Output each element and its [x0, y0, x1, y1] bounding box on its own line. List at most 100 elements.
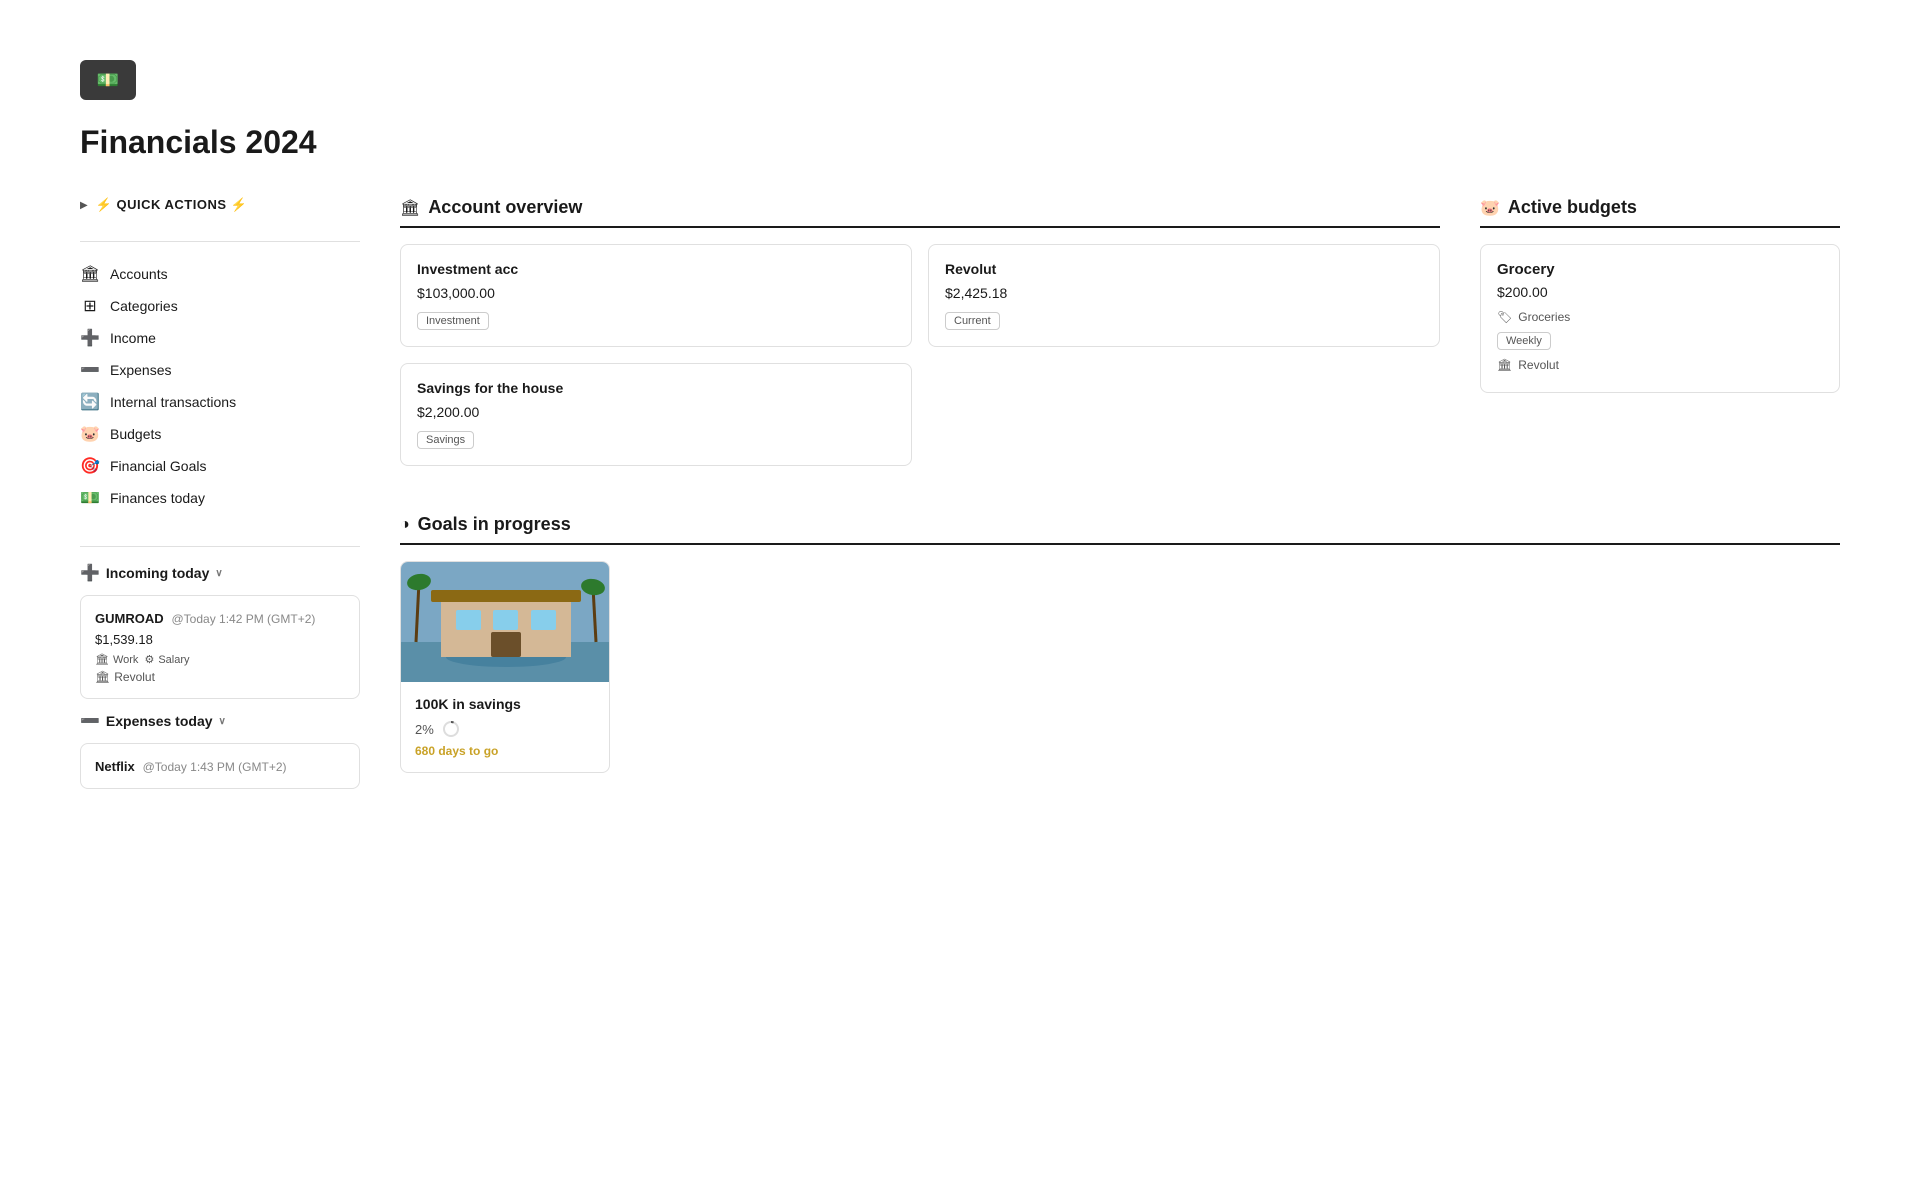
goal-card-0[interactable]: 100K in savings 2% 680 days to go: [400, 561, 610, 773]
incoming-today-chevron-icon: ∨: [215, 568, 222, 579]
active-budgets-header: 🐷 Active budgets: [1480, 197, 1840, 228]
financial-goals-icon: 🎯: [80, 456, 100, 476]
sidebar-item-accounts-label: Accounts: [110, 266, 168, 282]
incoming-transaction-account-label-0: Revolut: [114, 670, 155, 684]
sidebar-item-accounts[interactable]: 🏛 Accounts: [80, 258, 360, 290]
salary-icon: ⚙: [144, 653, 154, 666]
sidebar-item-expenses-label: Expenses: [110, 362, 171, 378]
quick-actions-toggle[interactable]: ▶ ⚡ QUICK ACTIONS ⚡: [80, 197, 360, 213]
budget-account-0: 🏛 Revolut: [1497, 358, 1823, 372]
goal-info-0: 100K in savings 2% 680 days to go: [401, 682, 609, 772]
main-content: 🏛 Account overview Investment acc $103,0…: [400, 197, 1840, 1139]
incoming-transaction-amount-0: $1,539.18: [95, 632, 345, 647]
incoming-transaction-name-0: GUMROAD: [95, 611, 164, 626]
sidebar-item-internal-transactions-label: Internal transactions: [110, 394, 236, 410]
goals-section: ◑ Goals in progress: [400, 514, 1840, 773]
account-card-investment[interactable]: Investment acc $103,000.00 Investment: [400, 244, 912, 347]
expenses-today-label: Expenses today: [106, 713, 213, 729]
sidebar: ▶ ⚡ QUICK ACTIONS ⚡ 🏛 Accounts ⊞ Categor…: [80, 197, 360, 1139]
account-overview-title: Account overview: [428, 197, 582, 218]
account-overview-section: 🏛 Account overview Investment acc $103,0…: [400, 197, 1440, 466]
tag-salary: ⚙ Salary: [144, 653, 189, 666]
goals-title: Goals in progress: [418, 514, 571, 535]
tag-work: 🏛 Work: [95, 653, 138, 666]
logo-area: 💵: [80, 60, 1840, 100]
goal-name-0: 100K in savings: [415, 696, 595, 712]
sidebar-item-internal-transactions[interactable]: 🔄 Internal transactions: [80, 386, 360, 418]
sidebar-item-categories[interactable]: ⊞ Categories: [80, 290, 360, 322]
account-cards-grid: Investment acc $103,000.00 Investment Re…: [400, 244, 1440, 466]
budget-account-label-0: Revolut: [1518, 358, 1559, 372]
page-title: Financials 2024: [80, 124, 1840, 161]
expenses-today-toggle[interactable]: ➖ Expenses today ∨: [80, 711, 360, 731]
incoming-transaction-account-0: 🏛 Revolut: [95, 670, 345, 684]
logo-icon: 💵: [80, 60, 136, 100]
sidebar-nav: 🏛 Accounts ⊞ Categories ➕ Income ➖ Expen…: [80, 258, 360, 514]
incoming-today-section: ➕ Incoming today ∨ GUMROAD @Today 1:42 P…: [80, 563, 360, 699]
budget-period-0: Weekly: [1497, 332, 1551, 350]
accounts-icon: 🏛: [80, 264, 100, 284]
progress-circle-icon-0: [442, 720, 460, 738]
tag-salary-label: Salary: [158, 654, 189, 666]
account-card-savings[interactable]: Savings for the house $2,200.00 Savings: [400, 363, 912, 466]
tag-work-label: Work: [113, 654, 138, 666]
expenses-today-chevron-icon: ∨: [219, 716, 226, 727]
account-amount-1: $2,425.18: [945, 285, 1423, 301]
goal-days-0: 680 days to go: [415, 744, 595, 758]
goal-image-0: [401, 562, 609, 682]
account-amount-0: $103,000.00: [417, 285, 895, 301]
incoming-today-toggle[interactable]: ➕ Incoming today ∨: [80, 563, 360, 583]
internal-transactions-icon: 🔄: [80, 392, 100, 412]
sidebar-item-expenses[interactable]: ➖ Expenses: [80, 354, 360, 386]
sidebar-divider-top: [80, 241, 360, 242]
account-type-0: Investment: [417, 312, 489, 330]
expenses-transaction-card-0[interactable]: Netflix @Today 1:43 PM (GMT+2): [80, 743, 360, 789]
budget-card-grocery[interactable]: Grocery $200.00 🏷 Groceries Weekly 🏛 Rev…: [1480, 244, 1840, 393]
expenses-transaction-name-0: Netflix: [95, 759, 135, 774]
expenses-today-icon: ➖: [80, 711, 100, 731]
budget-name-0: Grocery: [1497, 261, 1823, 278]
account-amount-2: $2,200.00: [417, 404, 895, 420]
goal-progress-row-0: 2%: [415, 720, 595, 738]
finances-today-icon: 💵: [80, 488, 100, 508]
incoming-today-label: Incoming today: [106, 565, 209, 581]
incoming-transaction-time-0: @Today 1:42 PM (GMT+2): [172, 612, 316, 626]
sidebar-divider-mid: [80, 546, 360, 547]
budget-category-label-0: Groceries: [1518, 310, 1570, 324]
categories-icon: ⊞: [80, 296, 100, 316]
account-icon-small: 🏛: [95, 670, 110, 684]
sidebar-item-income-label: Income: [110, 330, 156, 346]
account-overview-header: 🏛 Account overview: [400, 197, 1440, 228]
account-card-revolut[interactable]: Revolut $2,425.18 Current: [928, 244, 1440, 347]
budget-category-icon-0: 🏷: [1497, 310, 1512, 324]
sidebar-item-finances-today-label: Finances today: [110, 490, 205, 506]
quick-actions-label: ⚡ QUICK ACTIONS ⚡: [96, 197, 248, 213]
expenses-transaction-time-0: @Today 1:43 PM (GMT+2): [143, 760, 287, 774]
budget-account-icon-0: 🏛: [1497, 358, 1512, 372]
active-budgets-section: 🐷 Active budgets Grocery $200.00 🏷 Groce…: [1480, 197, 1840, 466]
account-overview-icon: 🏛: [400, 198, 420, 218]
sidebar-item-budgets-label: Budgets: [110, 426, 161, 442]
budget-amount-0: $200.00: [1497, 284, 1823, 300]
sidebar-item-income[interactable]: ➕ Income: [80, 322, 360, 354]
quick-actions-arrow-icon: ▶: [80, 200, 88, 211]
incoming-transaction-tags-0: 🏛 Work ⚙ Salary: [95, 653, 345, 666]
budget-category-0: 🏷 Groceries: [1497, 310, 1823, 324]
account-type-2: Savings: [417, 431, 474, 449]
sidebar-item-finances-today[interactable]: 💵 Finances today: [80, 482, 360, 514]
goals-icon: ◑: [400, 516, 410, 534]
incoming-today-icon: ➕: [80, 563, 100, 583]
sidebar-item-financial-goals[interactable]: 🎯 Financial Goals: [80, 450, 360, 482]
active-budgets-icon: 🐷: [1480, 198, 1500, 218]
budgets-icon: 🐷: [80, 424, 100, 444]
goal-percent-0: 2%: [415, 722, 434, 737]
top-sections-row: 🏛 Account overview Investment acc $103,0…: [400, 197, 1840, 466]
account-type-1: Current: [945, 312, 1000, 330]
incoming-transaction-card-0[interactable]: GUMROAD @Today 1:42 PM (GMT+2) $1,539.18…: [80, 595, 360, 699]
account-name-1: Revolut: [945, 261, 1423, 277]
income-icon: ➕: [80, 328, 100, 348]
sidebar-item-budgets[interactable]: 🐷 Budgets: [80, 418, 360, 450]
active-budgets-title: Active budgets: [1508, 197, 1637, 218]
expenses-icon: ➖: [80, 360, 100, 380]
account-name-0: Investment acc: [417, 261, 895, 277]
